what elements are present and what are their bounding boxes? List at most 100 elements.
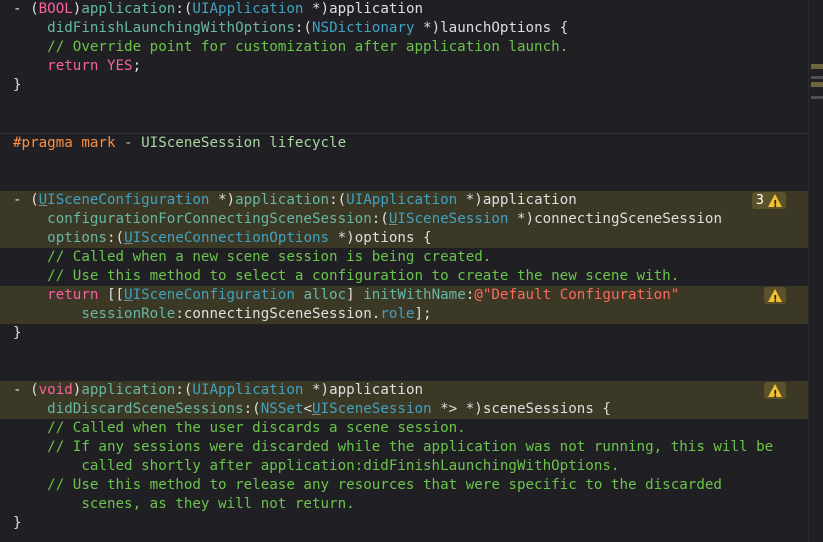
code-line-19[interactable]: // Use this method to release any resour… xyxy=(0,476,808,495)
code-token: void xyxy=(38,382,73,398)
code-token: initWithName xyxy=(363,287,466,303)
pragma-directive: #pragma mark xyxy=(13,135,116,151)
code-token: *)connectingSceneSession xyxy=(508,211,722,227)
code-token: *) xyxy=(209,192,236,208)
code-token: ISceneConfiguration xyxy=(47,192,210,208)
warning-badge[interactable] xyxy=(764,287,786,309)
code-token: *)application xyxy=(457,192,577,208)
code-token: : xyxy=(465,287,475,303)
code-token: [[ xyxy=(98,287,125,303)
code-token: :( xyxy=(175,1,193,17)
code-token: *> *)sceneSessions { xyxy=(431,401,611,417)
code-comment: // Called when the user discards a scene… xyxy=(47,420,466,436)
code-comment: // If any sessions were discarded while … xyxy=(47,439,774,455)
code-token: *)launchOptions { xyxy=(414,20,569,36)
code-token: ISceneConfiguration xyxy=(132,287,295,303)
code-token: } xyxy=(13,77,22,93)
code-line-10[interactable]: // Use this method to select a configura… xyxy=(0,267,808,286)
code-comment: // Called when a new scene session is be… xyxy=(47,249,492,265)
code-string: @"Default Configuration" xyxy=(474,287,680,303)
minimap-warning-mark xyxy=(811,82,823,87)
code-token: < xyxy=(303,401,312,417)
code-line-2[interactable]: didFinishLaunchingWithOptions:(NSDiction… xyxy=(0,19,808,38)
code-token: application xyxy=(235,192,330,208)
code-token: - ( xyxy=(13,382,39,398)
code-line-4[interactable]: return YES; xyxy=(0,57,808,76)
code-token: BOOL xyxy=(38,1,73,17)
warning-count: 3 xyxy=(755,193,764,208)
code-token: - ( xyxy=(13,192,39,208)
code-token: :( xyxy=(371,211,389,227)
minimap-warning-mark xyxy=(811,64,823,69)
code-token: UIApplication xyxy=(192,1,304,17)
code-token: } xyxy=(13,515,22,531)
code-line-7[interactable]: configurationForConnectingSceneSession:(… xyxy=(0,210,808,229)
code-line-3[interactable]: // Override point for customization afte… xyxy=(0,38,808,57)
code-editor[interactable]: - (BOOL)application:(UIApplication *)app… xyxy=(0,0,808,542)
code-line-14[interactable]: - (void)application:(UIApplication *)app… xyxy=(0,381,808,404)
code-comment: // Use this method to select a configura… xyxy=(47,268,680,284)
code-line-18[interactable]: called shortly after application:didFini… xyxy=(0,457,808,476)
code-token: YES xyxy=(106,58,133,74)
code-token: NSDictionary xyxy=(311,20,415,36)
code-token: :( xyxy=(329,192,347,208)
warning-badge[interactable]: 3 xyxy=(751,192,786,214)
code-line-20[interactable]: scenes, as they will not return. xyxy=(0,495,808,514)
code-token: sessionRole xyxy=(81,306,176,322)
code-line-5[interactable]: } xyxy=(0,76,808,95)
code-line-11[interactable]: return [[UISceneConfiguration alloc] ini… xyxy=(0,286,808,309)
code-token: options xyxy=(47,230,107,246)
code-token: :connectingSceneSession. xyxy=(175,306,381,322)
code-line-13[interactable]: } xyxy=(0,324,808,343)
code-comment: scenes, as they will not return. xyxy=(81,496,355,512)
pragma-text: - UISceneSession lifecycle xyxy=(115,135,347,151)
code-line-17[interactable]: // If any sessions were discarded while … xyxy=(0,438,808,457)
code-token: *)options { xyxy=(329,230,432,246)
code-line-pragma[interactable]: #pragma mark - UISceneSession lifecycle xyxy=(0,134,808,153)
code-line-12[interactable]: sessionRole:connectingSceneSession.role]… xyxy=(0,305,808,324)
code-token: U xyxy=(124,287,133,303)
code-line-8[interactable]: options:(UISceneConnectionOptions *)opti… xyxy=(0,229,808,248)
code-token: :( xyxy=(294,20,312,36)
code-token: didFinishLaunchingWithOptions xyxy=(47,20,295,36)
code-comment: // Override point for customization afte… xyxy=(47,39,569,55)
minimap-line-mark xyxy=(811,96,823,99)
code-token: return xyxy=(47,287,99,303)
code-token: ISceneConnectionOptions xyxy=(132,230,330,246)
code-comment: // Use this method to release any resour… xyxy=(47,477,722,493)
code-line-21[interactable]: } xyxy=(0,514,808,533)
code-token: U xyxy=(38,192,48,208)
warning-badge[interactable] xyxy=(764,382,786,404)
code-token: :( xyxy=(106,230,125,246)
code-line-16[interactable]: // Called when the user discards a scene… xyxy=(0,419,808,438)
code-token: :( xyxy=(243,401,261,417)
code-token: U xyxy=(312,401,321,417)
code-line-6[interactable]: - (UISceneConfiguration *)application:(U… xyxy=(0,191,808,214)
minimap-scrollbar[interactable] xyxy=(808,0,823,542)
code-token: role xyxy=(380,306,415,322)
code-token: alloc xyxy=(303,287,347,303)
code-token: UIApplication xyxy=(192,382,304,398)
code-line-9[interactable]: // Called when a new scene session is be… xyxy=(0,248,808,267)
code-token: ; xyxy=(132,58,142,74)
warning-icon xyxy=(768,289,782,309)
code-token: ]; xyxy=(414,306,432,322)
code-line-1[interactable]: - (BOOL)application:(UIApplication *)app… xyxy=(0,0,808,19)
code-token: ISceneSession xyxy=(397,211,509,227)
warning-icon xyxy=(768,194,782,214)
code-line-15[interactable]: didDiscardSceneSessions:(NSSet<UISceneSe… xyxy=(0,400,808,419)
